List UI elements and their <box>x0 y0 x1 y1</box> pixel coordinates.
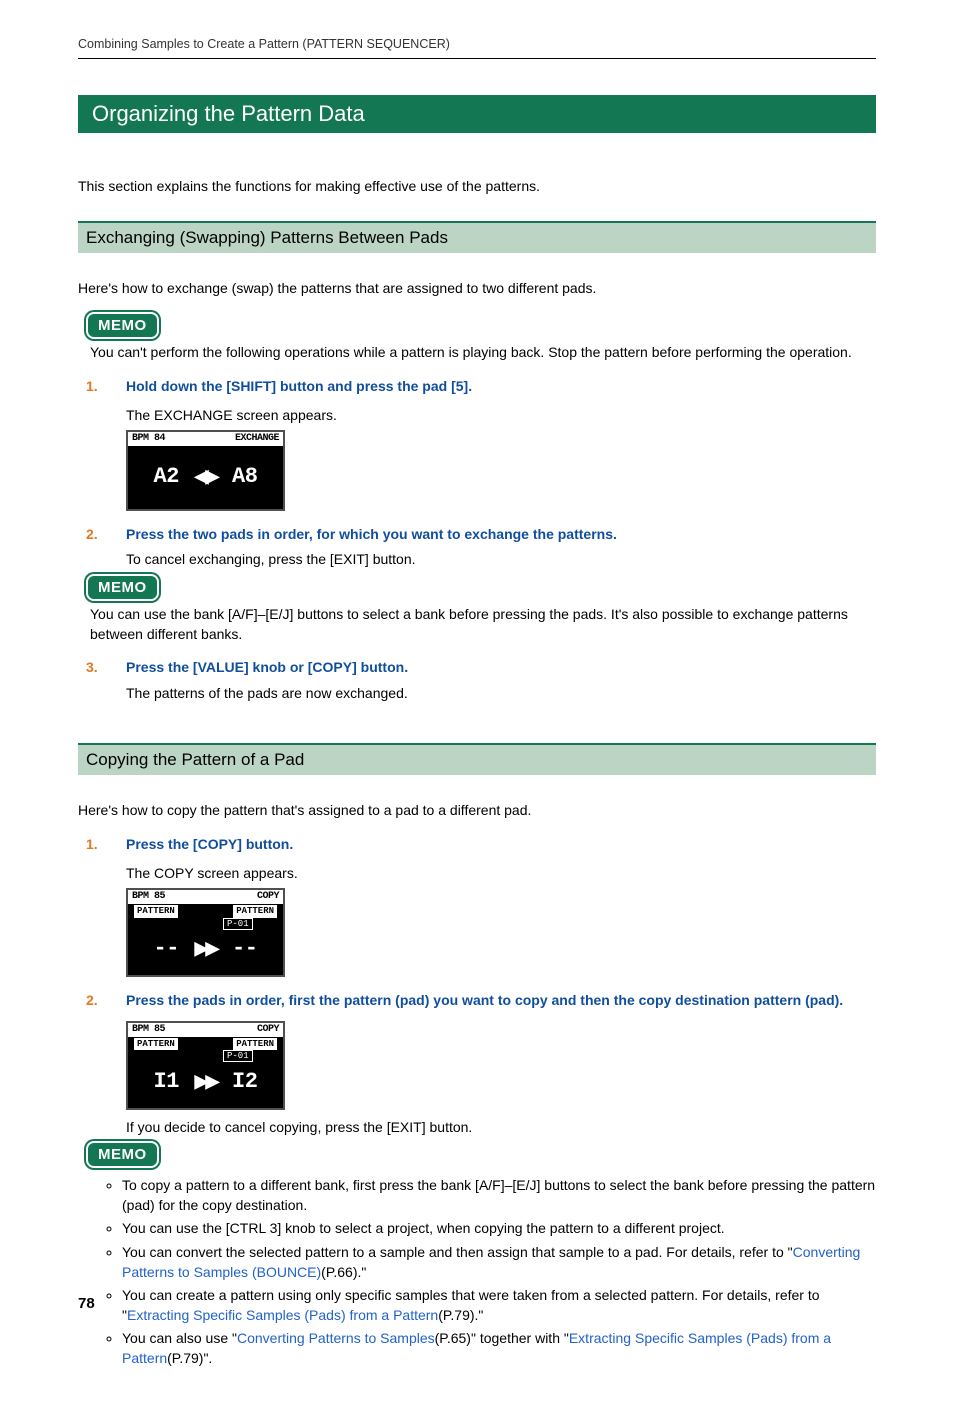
step-body: The EXCHANGE screen appears. BPM 84 EXCH… <box>126 406 876 510</box>
memo-text: You can use the bank [A/F]–[E/J] buttons… <box>90 605 876 644</box>
steps-exchange: 1. Hold down the [SHIFT] button and pres… <box>78 377 876 704</box>
step-title: Press the two pads in order, for which y… <box>126 525 617 545</box>
memo-text: You can't perform the following operatio… <box>90 343 876 363</box>
step-title: Hold down the [SHIFT] button and press t… <box>126 377 472 397</box>
lcd-main-right: A8 <box>232 464 257 489</box>
step-title: Press the [COPY] button. <box>126 835 293 855</box>
lcd-tag: PATTERN <box>233 1038 277 1051</box>
lcd-sub: P-01 <box>128 918 283 931</box>
heading-exchange: Exchanging (Swapping) Patterns Between P… <box>78 221 876 253</box>
lcd-copy-filled: BPM 85 COPY PATTERN PATTERN P-01 I1 ▶▶ I… <box>126 1021 285 1110</box>
step-number: 2. <box>78 525 126 545</box>
lcd-main-left: -- <box>154 936 179 961</box>
link-extract[interactable]: Extracting Specific Samples (Pads) from … <box>127 1307 438 1323</box>
list-item: You can create a pattern using only spec… <box>122 1286 876 1325</box>
lcd-bpm: BPM 85 <box>132 890 165 904</box>
step-body-text: The COPY screen appears. <box>126 864 876 884</box>
step-body-text: The EXCHANGE screen appears. <box>126 406 876 426</box>
step-body-text: To cancel exchanging, press the [EXIT] b… <box>126 550 876 570</box>
heading-copy: Copying the Pattern of a Pad <box>78 743 876 775</box>
forward-icon: ▶▶ <box>192 1073 220 1093</box>
step-body-text: The patterns of the pads are now exchang… <box>126 684 876 704</box>
step-number: 1. <box>78 835 126 855</box>
page-header: Combining Samples to Create a Pattern (P… <box>78 36 876 59</box>
step-body: BPM 85 COPY PATTERN PATTERN P-01 I1 ▶▶ I… <box>126 1021 876 1138</box>
memo-badge: MEMO <box>86 312 159 339</box>
lcd-exchange: BPM 84 EXCHANGE A2 ◀▶ A8 <box>126 430 285 511</box>
step-number: 2. <box>78 991 126 1011</box>
lcd-bpm: BPM 84 <box>132 432 165 446</box>
lcd-bpm: BPM 85 <box>132 1023 165 1037</box>
steps-copy: 1. Press the [COPY] button. The COPY scr… <box>78 835 876 1369</box>
lcd-tag: PATTERN <box>134 905 178 918</box>
intro-text: This section explains the functions for … <box>78 177 876 197</box>
lcd-mode: COPY <box>257 1023 279 1037</box>
swap-icon: ◀▶ <box>192 468 220 488</box>
list-item: You can use the [CTRL 3] knob to select … <box>122 1219 876 1239</box>
list-item: You can convert the selected pattern to … <box>122 1243 876 1282</box>
link-convert[interactable]: Converting Patterns to Samples <box>237 1330 435 1346</box>
lcd-mode: COPY <box>257 890 279 904</box>
forward-icon: ▶▶ <box>192 940 220 960</box>
memo-list: To copy a pattern to a different bank, f… <box>98 1176 876 1368</box>
lcd-tag: PATTERN <box>134 1038 178 1051</box>
step-body-text: If you decide to cancel copying, press t… <box>126 1118 876 1138</box>
lcd-main-left: A2 <box>154 464 179 489</box>
lcd-main-right: -- <box>232 936 257 961</box>
list-item: You can also use "Converting Patterns to… <box>122 1329 876 1368</box>
step-title: Press the [VALUE] knob or [COPY] button. <box>126 658 408 678</box>
step-number: 1. <box>78 377 126 397</box>
step-number: 3. <box>78 658 126 678</box>
memo-badge: MEMO <box>86 1141 159 1168</box>
lcd-sub: P-01 <box>128 1050 283 1063</box>
lcd-mode: EXCHANGE <box>235 432 279 446</box>
lcd-main-left: I1 <box>154 1069 179 1094</box>
heading-1: Organizing the Pattern Data <box>78 95 876 134</box>
step-title: Press the pads in order, first the patte… <box>126 991 843 1011</box>
step-body: The COPY screen appears. BPM 85 COPY PAT… <box>126 864 876 977</box>
memo-badge: MEMO <box>86 574 159 601</box>
lcd-main-right: I2 <box>232 1069 257 1094</box>
lcd-copy-blank: BPM 85 COPY PATTERN PATTERN P-01 -- ▶▶ -… <box>126 888 285 977</box>
lcd-tag: PATTERN <box>233 905 277 918</box>
list-item: To copy a pattern to a different bank, f… <box>122 1176 876 1215</box>
lead-exchange: Here's how to exchange (swap) the patter… <box>78 279 876 299</box>
page-number: 78 <box>78 1293 95 1314</box>
lead-copy: Here's how to copy the pattern that's as… <box>78 801 876 821</box>
